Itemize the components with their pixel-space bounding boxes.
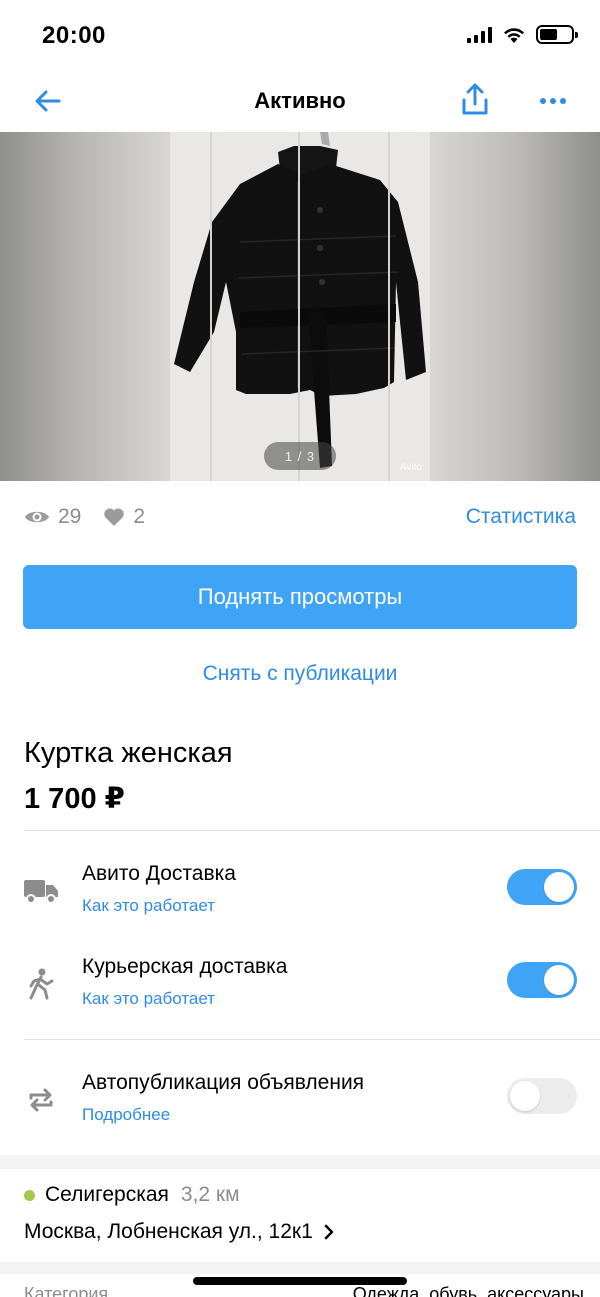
cellular-signal-icon — [467, 26, 492, 43]
photo-counter: 1 / 3 — [264, 442, 336, 470]
option-autopublish: Автопубликация объявления Подробнее — [0, 1071, 600, 1141]
battery-icon — [536, 25, 578, 44]
address-text: Москва, Лобненская ул., 12к1 — [24, 1220, 313, 1243]
heart-icon — [104, 508, 125, 526]
page-title: Активно — [254, 88, 346, 113]
how-it-works-link[interactable]: Как это работает — [82, 896, 215, 916]
unpublish-link[interactable]: Снять с публикации — [0, 662, 600, 686]
share-button[interactable] — [458, 82, 492, 118]
item-title: Куртка женская — [24, 737, 233, 769]
details-link[interactable]: Подробнее — [82, 1105, 170, 1125]
likes-stat: 2 — [103, 505, 145, 529]
likes-count: 2 — [133, 505, 146, 528]
status-bar: 20:00 — [0, 0, 600, 70]
divider — [24, 830, 600, 831]
avito-delivery-toggle[interactable] — [507, 869, 577, 905]
metro-name: Селигерская — [45, 1183, 169, 1206]
option-courier-delivery: Курьерская доставка Как это работает — [0, 955, 600, 1025]
details-value: Одежда, обувь, аксессуары — [352, 1284, 584, 1297]
autopublish-toggle[interactable] — [507, 1078, 577, 1114]
share-icon — [462, 83, 488, 115]
divider — [24, 1039, 600, 1040]
how-it-works-link[interactable]: Как это работает — [82, 989, 215, 1009]
truck-icon — [22, 874, 60, 908]
section-separator — [0, 1262, 600, 1274]
option-title: Автопубликация объявления — [82, 1071, 365, 1094]
more-options-button[interactable] — [536, 84, 570, 118]
home-indicator[interactable] — [193, 1277, 407, 1285]
jacket-image — [174, 132, 426, 468]
eye-icon — [25, 511, 49, 523]
more-dot — [560, 98, 566, 104]
item-price: 1 700 ₽ — [24, 783, 125, 815]
statistics-link[interactable]: Статистика — [466, 505, 576, 529]
metro-station: Селигерская 3,2 км — [24, 1183, 240, 1207]
courier-delivery-toggle[interactable] — [507, 962, 577, 998]
metro-distance: 3,2 км — [180, 1183, 240, 1206]
avito-watermark: Avito — [399, 462, 422, 473]
more-dot — [550, 98, 556, 104]
navigation-bar: Активно — [0, 70, 600, 132]
photo-gallery[interactable]: Avito — [0, 132, 600, 481]
promote-button[interactable]: Поднять просмотры — [23, 565, 577, 629]
option-title: Курьерская доставка — [82, 955, 288, 978]
views-count: 29 — [58, 505, 82, 528]
status-icons — [467, 25, 578, 44]
status-time: 20:00 — [42, 22, 106, 49]
details-row: Категория Одежда, обувь, аксессуары — [24, 1284, 584, 1297]
metro-line-dot — [24, 1189, 35, 1201]
address-link[interactable]: Москва, Лобненская ул., 12к1 — [24, 1220, 339, 1244]
stats-row: 29 2 Статистика — [24, 500, 576, 534]
details-label: Категория — [24, 1284, 109, 1297]
more-dot — [540, 98, 546, 104]
wifi-icon — [504, 27, 524, 43]
section-separator — [0, 1155, 600, 1169]
item-photo[interactable]: Avito — [170, 132, 430, 481]
views-stat: 29 — [24, 505, 81, 529]
option-title: Авито Доставка — [82, 862, 236, 885]
chevron-right-icon — [324, 1224, 334, 1240]
repeat-icon — [22, 1083, 60, 1117]
option-avito-delivery: Авито Доставка Как это работает — [0, 862, 600, 932]
courier-icon — [22, 967, 60, 1001]
